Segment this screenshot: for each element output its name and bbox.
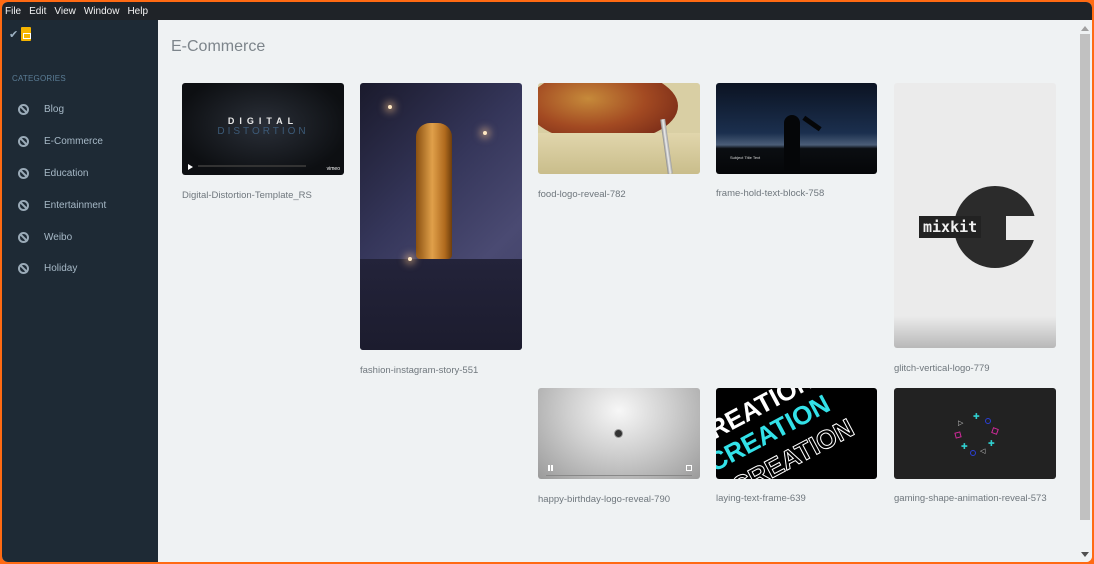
ban-icon [18,263,29,275]
sidebar-item-e-commerce[interactable]: E-Commerce [2,126,158,158]
slides-file-icon[interactable] [21,27,32,41]
cross-shape: ✚ [988,439,995,448]
scrollbar-thumb[interactable] [1080,34,1090,520]
menu-window[interactable]: Window [84,6,120,17]
menu-view[interactable]: View [54,6,76,17]
play-icon[interactable] [188,164,193,170]
vertical-scrollbar[interactable] [1078,20,1092,562]
template-name[interactable]: food-logo-reveal-782 [538,187,703,202]
thumb-title-2: DISTORTION [217,126,309,137]
circle-shape [970,450,976,456]
sidebar-item-weibo[interactable]: Weibo [2,221,158,253]
template-name[interactable]: glitch-vertical-logo-779 [894,361,1059,376]
sidebar-item-education[interactable]: Education [2,158,158,190]
square-shape [954,431,962,439]
check-icon[interactable]: ✔ [9,28,18,41]
template-card[interactable]: happy-birthday-logo-reveal-790 [538,388,700,505]
menu-help[interactable]: Help [127,6,148,17]
content-area: E-Commerce DIGITAL DISTORTION vimeo Digi… [158,20,1078,562]
floor [360,259,522,350]
ban-icon [18,231,29,243]
video-progress-bar[interactable] [546,475,692,476]
cross-shape: ✚ [973,412,980,421]
triangle-shape: ◁ [980,448,986,455]
thumb-subtitle: Subject Title Text [730,155,761,160]
template-thumbnail[interactable]: mixkit [894,83,1056,348]
dough [538,133,700,174]
template-thumbnail[interactable] [538,83,700,174]
triangle-shape: ▷ [958,420,964,427]
menu-edit[interactable]: Edit [29,6,46,17]
logo-cutout [1006,216,1040,240]
thumb-title-1: DIGITAL [227,116,299,126]
sparkle [483,131,487,135]
category-list: Blog E-Commerce Education Entertainment … [2,94,158,285]
sidebar-item-label: Blog [44,104,65,116]
silhouette [784,115,800,171]
template-card[interactable]: CREATION CREATION CREATION laying-text-f… [716,388,877,504]
template-card[interactable]: mixkit glitch-vertical-logo-779 [894,83,1056,374]
sidebar-item-label: Weibo [44,231,73,243]
sidebar-item-entertainment[interactable]: Entertainment [2,189,158,221]
sidebar: ✔ CATEGORIES Blog E-Commerce Education E… [2,20,158,562]
template-name[interactable]: gaming-shape-animation-reveal-573 [894,491,1059,506]
scroll-down-arrow-icon[interactable] [1081,552,1089,557]
circle-shape [985,418,991,424]
ban-icon [18,167,29,179]
template-thumbnail[interactable]: Subject Title Text [716,83,877,174]
sidebar-item-label: Education [44,167,89,179]
template-name[interactable]: laying-text-frame-639 [716,491,881,506]
template-name[interactable]: Digital-Distortion-Template_RS [182,188,347,203]
ban-icon [18,199,29,211]
sparkle [388,105,392,109]
template-name[interactable]: fashion-instagram-story-551 [360,363,525,378]
menu-file[interactable]: File [5,6,21,17]
categories-heading: CATEGORIES [12,74,66,83]
sidebar-item-label: E-Commerce [44,136,103,148]
template-card[interactable]: fashion-instagram-story-551 [360,83,522,376]
menu-bar: File Edit View Window Help [2,2,1092,20]
square-shape [991,427,999,435]
sidebar-item-label: Holiday [44,263,78,275]
template-card[interactable]: ✚ ✚ ◁ ✚ ▷ gaming-shape-animation-reveal-… [894,388,1056,504]
sparkle [408,257,412,261]
template-card[interactable]: Subject Title Text frame-hold-text-block… [716,83,877,199]
scroll-up-arrow-icon[interactable] [1081,26,1089,31]
sidebar-item-holiday[interactable]: Holiday [2,253,158,285]
template-card[interactable]: DIGITAL DISTORTION vimeo Digital-Distort… [182,83,344,201]
sidebar-item-blog[interactable]: Blog [2,94,158,126]
fullscreen-icon[interactable] [686,465,692,471]
template-thumbnail[interactable]: ✚ ✚ ◁ ✚ ▷ [894,388,1056,479]
template-thumbnail[interactable]: DIGITAL DISTORTION vimeo [182,83,344,175]
ban-icon [18,136,29,148]
sidebar-item-label: Entertainment [44,199,107,211]
pause-icon[interactable] [548,465,553,471]
video-progress-bar[interactable] [198,165,306,167]
template-name[interactable]: frame-hold-text-block-758 [716,186,881,201]
glitch-logo-text: mixkit [919,216,982,238]
template-thumbnail[interactable] [538,388,700,479]
dress-form-figure [416,123,452,259]
app-window: File Edit View Window Help ✔ CATEGORIES … [2,2,1092,562]
page-title: E-Commerce [171,38,266,55]
cross-shape: ✚ [961,442,968,451]
ban-icon [18,104,29,116]
template-card[interactable]: food-logo-reveal-782 [538,83,700,200]
sidebar-toolbar: ✔ [2,20,158,42]
template-thumbnail[interactable]: CREATION CREATION CREATION [716,388,877,479]
vimeo-logo: vimeo [326,166,340,172]
telescope [802,115,822,132]
center-logo-icon [614,429,623,438]
template-name[interactable]: happy-birthday-logo-reveal-790 [538,492,703,507]
template-thumbnail[interactable] [360,83,522,350]
